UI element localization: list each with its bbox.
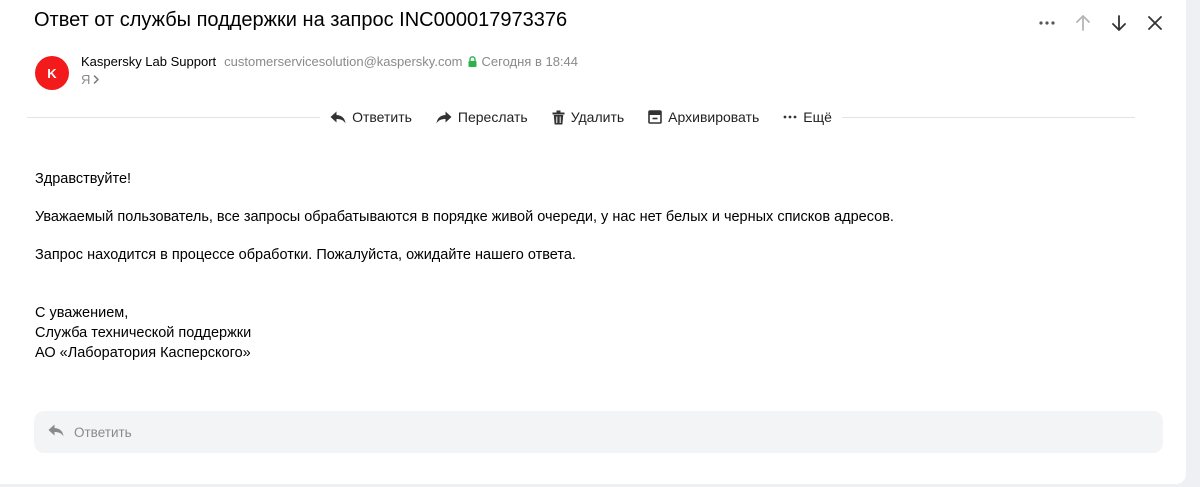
sender-avatar[interactable]: K [35, 56, 69, 90]
delete-button-label: Удалить [570, 109, 625, 125]
signature-line-3: АО «Лаборатория Касперского» [35, 345, 251, 361]
message-date: Сегодня в 18:44 [481, 54, 578, 69]
chevron-right-icon [93, 72, 100, 87]
sender-name[interactable]: Kaspersky Lab Support [81, 54, 216, 69]
quick-reply-label: Ответить [74, 424, 132, 440]
sender-email[interactable]: customerservicesolution@kaspersky.com [224, 54, 462, 69]
forward-icon [436, 111, 452, 124]
more-horizontal-icon [783, 115, 797, 119]
reply-icon [48, 424, 64, 440]
archive-button-label: Архивировать [668, 109, 760, 125]
trash-icon [552, 110, 565, 125]
message-subject: Ответ от службы поддержки на запрос INC0… [34, 9, 568, 31]
reply-icon [330, 111, 346, 124]
more-horizontal-icon[interactable] [1036, 12, 1058, 34]
reply-button-label: Ответить [352, 109, 412, 125]
reply-button[interactable]: Ответить [330, 106, 412, 128]
message-top-actions [1036, 12, 1166, 34]
message-body: Здравствуйте! Уважаемый пользователь, вс… [35, 169, 894, 363]
message-view: Ответ от службы поддержки на запрос INC0… [0, 0, 1186, 484]
signature-line-1: С уважением, [35, 305, 129, 321]
lock-icon [468, 56, 477, 67]
body-paragraph-1: Уважаемый пользователь, все запросы обра… [35, 209, 894, 225]
archive-icon [648, 110, 662, 124]
recipient-info[interactable]: Я [81, 72, 100, 87]
message-toolbar: Ответить Переслать Удалить Архивировать [0, 106, 1162, 128]
body-paragraph-2: Запрос находится в процессе обработки. П… [35, 247, 576, 263]
body-greeting: Здравствуйте! [35, 171, 132, 187]
archive-button[interactable]: Архивировать [648, 106, 759, 128]
arrow-down-icon[interactable] [1108, 12, 1130, 34]
forward-button[interactable]: Переслать [436, 106, 528, 128]
more-button-label: Ещё [803, 109, 832, 125]
signature-line-2: Служба технической поддержки [35, 325, 252, 341]
arrow-up-icon[interactable] [1072, 12, 1094, 34]
quick-reply-bar[interactable]: Ответить [34, 411, 1163, 453]
delete-button[interactable]: Удалить [552, 106, 624, 128]
recipient-label: Я [81, 72, 91, 87]
sender-info: Kaspersky Lab Support customerservicesol… [81, 54, 578, 69]
forward-button-label: Переслать [457, 109, 528, 125]
more-button[interactable]: Ещё [783, 106, 832, 128]
close-icon[interactable] [1144, 12, 1166, 34]
